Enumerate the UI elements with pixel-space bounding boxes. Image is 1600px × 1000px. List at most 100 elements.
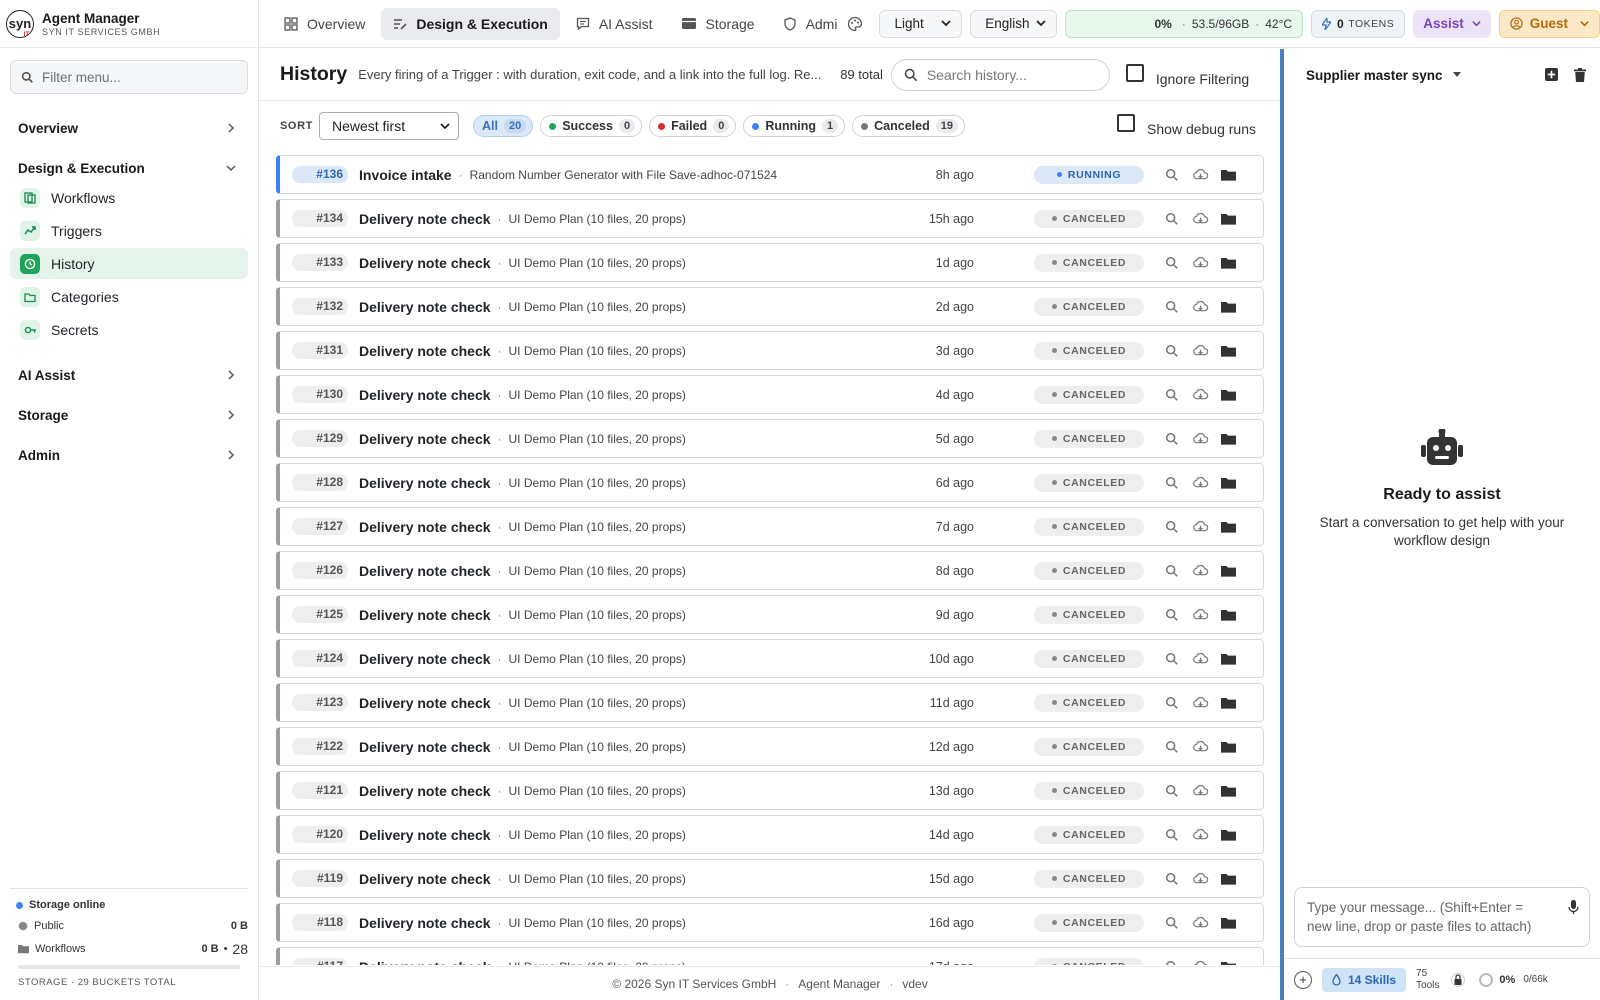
- folder-icon[interactable]: [1214, 565, 1242, 577]
- sidebar-item-history[interactable]: History: [10, 248, 248, 279]
- folder-icon[interactable]: [1214, 829, 1242, 841]
- view-details-icon[interactable]: [1158, 212, 1186, 226]
- cloud-download-icon[interactable]: [1186, 520, 1214, 533]
- table-row[interactable]: #128 Delivery note check · UI Demo Plan …: [276, 463, 1264, 502]
- cloud-download-icon[interactable]: [1186, 828, 1214, 841]
- debug-runs-toggle[interactable]: Show debug runs: [1117, 114, 1256, 137]
- table-row[interactable]: #129 Delivery note check · UI Demo Plan …: [276, 419, 1264, 458]
- folder-icon[interactable]: [1214, 873, 1242, 885]
- sidebar-item-categories[interactable]: Categories: [10, 281, 248, 312]
- table-row[interactable]: #121 Delivery note check · UI Demo Plan …: [276, 771, 1264, 810]
- ignore-filtering-toggle[interactable]: Ignore Filtering: [1125, 63, 1249, 87]
- cloud-download-icon[interactable]: [1186, 300, 1214, 313]
- view-details-icon[interactable]: [1158, 916, 1186, 930]
- microphone-icon[interactable]: [1568, 900, 1579, 918]
- palette-icon[interactable]: [847, 16, 863, 32]
- message-input[interactable]: [1307, 898, 1547, 938]
- sort-select[interactable]: Newest first: [318, 112, 459, 140]
- nav-section-admin[interactable]: Admin: [0, 443, 258, 467]
- folder-icon[interactable]: [1214, 961, 1242, 965]
- table-row[interactable]: #130 Delivery note check · UI Demo Plan …: [276, 375, 1264, 414]
- nav-section-storage[interactable]: Storage: [0, 403, 258, 427]
- view-details-icon[interactable]: [1158, 784, 1186, 798]
- nav-section-design[interactable]: Design & Execution: [0, 156, 258, 180]
- view-details-icon[interactable]: [1158, 300, 1186, 314]
- folder-icon[interactable]: [1214, 169, 1242, 181]
- sidebar-item-workflows[interactable]: Workflows: [10, 182, 248, 213]
- cloud-download-icon[interactable]: [1186, 652, 1214, 665]
- cloud-download-icon[interactable]: [1186, 432, 1214, 445]
- cloud-download-icon[interactable]: [1186, 608, 1214, 621]
- language-select[interactable]: English: [970, 9, 1057, 38]
- skills-button[interactable]: 14 Skills: [1322, 967, 1407, 992]
- cloud-download-icon[interactable]: [1186, 740, 1214, 753]
- cloud-download-icon[interactable]: [1186, 344, 1214, 357]
- tab-storage[interactable]: Storage: [669, 8, 767, 40]
- view-details-icon[interactable]: [1158, 696, 1186, 710]
- debug-runs-checkbox[interactable]: [1117, 114, 1136, 132]
- folder-icon[interactable]: [1214, 257, 1242, 269]
- assist-button[interactable]: Assist: [1413, 9, 1491, 38]
- view-details-icon[interactable]: [1158, 740, 1186, 754]
- folder-icon[interactable]: [1214, 433, 1242, 445]
- table-row[interactable]: #126 Delivery note check · UI Demo Plan …: [276, 551, 1264, 590]
- view-details-icon[interactable]: [1158, 872, 1186, 886]
- table-row[interactable]: #134 Delivery note check · UI Demo Plan …: [276, 199, 1264, 238]
- workflow-selector[interactable]: Supplier master sync: [1306, 68, 1443, 83]
- cloud-download-icon[interactable]: [1186, 784, 1214, 797]
- cloud-download-icon[interactable]: [1186, 476, 1214, 489]
- view-details-icon[interactable]: [1158, 256, 1186, 270]
- filter-chip-canceled[interactable]: Canceled 19: [852, 115, 965, 137]
- filter-chip-running[interactable]: Running 1: [743, 115, 846, 137]
- table-row[interactable]: #136 Invoice intake · Random Number Gene…: [276, 155, 1264, 194]
- folder-icon[interactable]: [1214, 477, 1242, 489]
- add-icon[interactable]: [1545, 68, 1558, 82]
- view-details-icon[interactable]: [1158, 344, 1186, 358]
- filter-menu-input[interactable]: [42, 69, 242, 85]
- history-search-input[interactable]: [926, 66, 1097, 83]
- view-details-icon[interactable]: [1158, 476, 1186, 490]
- table-row[interactable]: #132 Delivery note check · UI Demo Plan …: [276, 287, 1264, 326]
- caret-down-icon[interactable]: [1452, 72, 1461, 78]
- folder-icon[interactable]: [1214, 345, 1242, 357]
- filter-chip-success[interactable]: Success 0: [540, 115, 643, 137]
- sidebar-item-triggers[interactable]: Triggers: [10, 215, 248, 246]
- table-row[interactable]: #127 Delivery note check · UI Demo Plan …: [276, 507, 1264, 546]
- cloud-download-icon[interactable]: [1186, 872, 1214, 885]
- view-details-icon[interactable]: [1158, 388, 1186, 402]
- nav-section-ai-assist[interactable]: AI Assist: [0, 363, 258, 387]
- cloud-download-icon[interactable]: [1186, 388, 1214, 401]
- table-row[interactable]: #131 Delivery note check · UI Demo Plan …: [276, 331, 1264, 370]
- folder-icon[interactable]: [1214, 301, 1242, 313]
- table-row[interactable]: #122 Delivery note check · UI Demo Plan …: [276, 727, 1264, 766]
- lock-icon[interactable]: [1451, 971, 1466, 989]
- folder-icon[interactable]: [1214, 213, 1242, 225]
- folder-icon[interactable]: [1214, 389, 1242, 401]
- cloud-download-icon[interactable]: [1186, 960, 1214, 965]
- view-details-icon[interactable]: [1158, 960, 1186, 965]
- table-row[interactable]: #119 Delivery note check · UI Demo Plan …: [276, 859, 1264, 898]
- table-row[interactable]: #124 Delivery note check · UI Demo Plan …: [276, 639, 1264, 678]
- sidebar-item-secrets[interactable]: Secrets: [10, 314, 248, 345]
- view-details-icon[interactable]: [1158, 520, 1186, 534]
- table-row[interactable]: #120 Delivery note check · UI Demo Plan …: [276, 815, 1264, 854]
- cloud-download-icon[interactable]: [1186, 212, 1214, 225]
- folder-icon[interactable]: [1214, 785, 1242, 797]
- tab-admin[interactable]: Admi: [771, 8, 842, 40]
- table-row[interactable]: #133 Delivery note check · UI Demo Plan …: [276, 243, 1264, 282]
- folder-icon[interactable]: [1214, 521, 1242, 533]
- folder-icon[interactable]: [1214, 697, 1242, 709]
- filter-chip-all[interactable]: All 20: [472, 115, 534, 137]
- table-row[interactable]: #125 Delivery note check · UI Demo Plan …: [276, 595, 1264, 634]
- folder-icon[interactable]: [1214, 741, 1242, 753]
- cloud-download-icon[interactable]: [1186, 696, 1214, 709]
- user-menu-button[interactable]: Guest: [1498, 9, 1600, 38]
- cloud-download-icon[interactable]: [1186, 564, 1214, 577]
- cloud-download-icon[interactable]: [1186, 916, 1214, 929]
- trash-icon[interactable]: [1574, 68, 1586, 82]
- tab-ai-assist[interactable]: AI Assist: [564, 8, 665, 40]
- filter-chip-failed[interactable]: Failed 0: [649, 115, 737, 137]
- folder-icon[interactable]: [1214, 609, 1242, 621]
- tab-design-execution[interactable]: Design & Execution: [381, 7, 560, 40]
- ignore-filtering-checkbox[interactable]: [1125, 63, 1144, 82]
